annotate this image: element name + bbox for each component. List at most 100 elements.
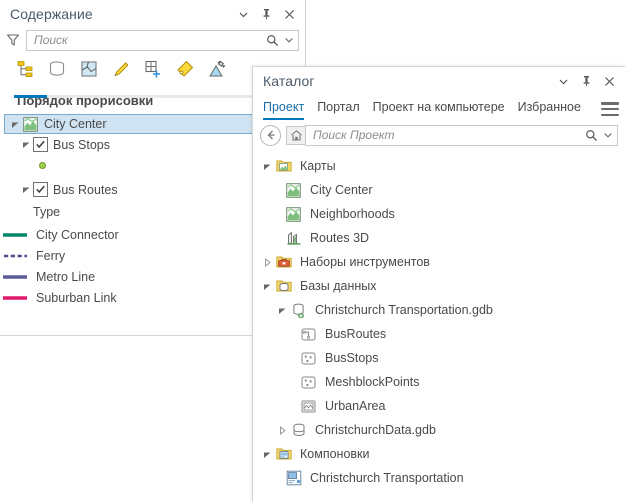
- expander-icon[interactable]: [260, 162, 275, 171]
- map-icon: [285, 206, 302, 223]
- expander-icon[interactable]: [260, 282, 275, 291]
- catalog-item-city-center[interactable]: City Center: [253, 178, 625, 202]
- home-icon[interactable]: [286, 126, 305, 145]
- close-icon[interactable]: [602, 74, 616, 88]
- point-feature-class-icon: [300, 350, 317, 367]
- expander-icon[interactable]: [20, 140, 33, 149]
- search-icon[interactable]: [584, 128, 599, 143]
- pin-icon[interactable]: [259, 7, 273, 21]
- polyline-feature-class-icon: [300, 326, 317, 343]
- scene-3d-icon: [285, 230, 302, 247]
- legend-label: Metro Line: [36, 270, 95, 284]
- catalog-item-label: Базы данных: [300, 279, 377, 293]
- catalog-item-label: UrbanArea: [325, 399, 385, 413]
- map-icon: [22, 116, 38, 132]
- folder-toolbox-icon: [275, 254, 292, 271]
- chevron-down-icon[interactable]: [556, 74, 570, 88]
- line-symbol-solid-icon: [0, 273, 30, 281]
- catalog-panel-title: Каталог: [263, 73, 556, 89]
- catalog-item-routes-3d[interactable]: Routes 3D: [253, 226, 625, 250]
- catalog-item-label: BusRoutes: [325, 327, 386, 341]
- catalog-item-label: Christchurch Transportation: [310, 471, 464, 485]
- contents-title-bar: Содержание: [0, 0, 305, 28]
- expander-icon[interactable]: [260, 258, 275, 267]
- catalog-item-christchurch-transportation-gdb[interactable]: Christchurch Transportation.gdb: [253, 298, 625, 322]
- close-icon[interactable]: [282, 7, 296, 21]
- catalog-item-layouts[interactable]: Компоновки: [253, 442, 625, 466]
- folder-maps-icon: [275, 158, 292, 175]
- layout-icon: [285, 470, 302, 487]
- catalog-item-label: BusStops: [325, 351, 379, 365]
- list-by-drawing-order-icon[interactable]: [14, 58, 36, 80]
- catalog-tree: Карты City Center Neighborhoods: [253, 148, 625, 490]
- pin-icon[interactable]: [579, 74, 593, 88]
- catalog-panel: Каталог Проект Портал Проект на компьюте…: [252, 66, 625, 502]
- tab-project[interactable]: Проект: [263, 100, 304, 120]
- expander-icon[interactable]: [9, 120, 22, 129]
- catalog-item-christchurch-transportation-layout[interactable]: Christchurch Transportation: [253, 466, 625, 490]
- list-by-diagram-icon[interactable]: [206, 58, 228, 80]
- line-symbol-solid-icon: [0, 294, 30, 302]
- layer-visibility-checkbox[interactable]: [33, 137, 48, 152]
- catalog-search-row: Поиск Проект: [253, 120, 625, 148]
- catalog-item-label: MeshblockPoints: [325, 375, 420, 389]
- expander-icon[interactable]: [260, 450, 275, 459]
- geodatabase-icon: [290, 422, 307, 439]
- list-by-selection-icon[interactable]: [78, 58, 100, 80]
- catalog-item-neighborhoods[interactable]: Neighborhoods: [253, 202, 625, 226]
- tab-portal[interactable]: Портал: [317, 100, 359, 120]
- tab-favorites[interactable]: Избранное: [518, 100, 581, 120]
- list-by-data-source-icon[interactable]: [46, 58, 68, 80]
- catalog-item-maps[interactable]: Карты: [253, 154, 625, 178]
- catalog-item-urbanarea[interactable]: UrbanArea: [253, 394, 625, 418]
- expander-icon[interactable]: [275, 426, 290, 435]
- raster-dataset-icon: [300, 398, 317, 415]
- map-icon: [285, 182, 302, 199]
- expander-icon[interactable]: [20, 185, 33, 194]
- catalog-search-input[interactable]: Поиск Проект: [305, 125, 618, 146]
- search-input[interactable]: Поиск: [26, 30, 299, 51]
- search-dropdown-icon[interactable]: [282, 34, 295, 47]
- catalog-item-busstops[interactable]: BusStops: [253, 346, 625, 370]
- catalog-window-buttons: [556, 74, 619, 88]
- legend-label: Suburban Link: [36, 291, 117, 305]
- catalog-item-databases[interactable]: Базы данных: [253, 274, 625, 298]
- catalog-search-placeholder: Поиск Проект: [313, 128, 584, 142]
- line-symbol-dashed-icon: [0, 252, 30, 260]
- catalog-item-christchurchdata-gdb[interactable]: ChristchurchData.gdb: [253, 418, 625, 442]
- list-by-snapping-icon[interactable]: [142, 58, 164, 80]
- list-by-editing-icon[interactable]: [110, 58, 132, 80]
- catalog-item-busroutes[interactable]: BusRoutes: [253, 322, 625, 346]
- catalog-item-label: Компоновки: [300, 447, 370, 461]
- catalog-item-label: City Center: [310, 183, 373, 197]
- layer-label: Bus Stops: [53, 138, 110, 152]
- back-arrow-icon[interactable]: [260, 125, 281, 146]
- catalog-search-dropdown-icon[interactable]: [601, 129, 614, 142]
- contents-panel-title: Содержание: [10, 6, 236, 22]
- legend-label: Ferry: [36, 249, 65, 263]
- list-by-labeling-icon[interactable]: [174, 58, 196, 80]
- catalog-item-label: Наборы инструментов: [300, 255, 430, 269]
- tab-computer[interactable]: Проект на компьютере: [373, 100, 505, 120]
- chevron-down-icon[interactable]: [236, 7, 250, 21]
- search-input-placeholder: Поиск: [34, 33, 265, 47]
- contents-window-buttons: [236, 7, 299, 21]
- map-label: City Center: [44, 117, 107, 131]
- point-feature-class-icon: [300, 374, 317, 391]
- expander-icon[interactable]: [275, 306, 290, 315]
- hamburger-menu-icon[interactable]: [601, 102, 619, 116]
- catalog-item-label: Christchurch Transportation.gdb: [315, 303, 493, 317]
- line-symbol-solid-icon: [0, 231, 30, 239]
- folder-layouts-icon: [275, 446, 292, 463]
- search-icon[interactable]: [265, 33, 280, 48]
- filter-icon[interactable]: [5, 32, 21, 48]
- legend-label: City Connector: [36, 228, 119, 242]
- catalog-item-toolboxes[interactable]: Наборы инструментов: [253, 250, 625, 274]
- catalog-item-label: Neighborhoods: [310, 207, 395, 221]
- layer-visibility-checkbox[interactable]: [33, 182, 48, 197]
- catalog-tabs: Проект Портал Проект на компьютере Избра…: [253, 95, 625, 120]
- geodatabase-home-icon: [290, 302, 307, 319]
- catalog-item-meshblockpoints[interactable]: MeshblockPoints: [253, 370, 625, 394]
- layer-label: Bus Routes: [53, 183, 118, 197]
- catalog-item-label: ChristchurchData.gdb: [315, 423, 436, 437]
